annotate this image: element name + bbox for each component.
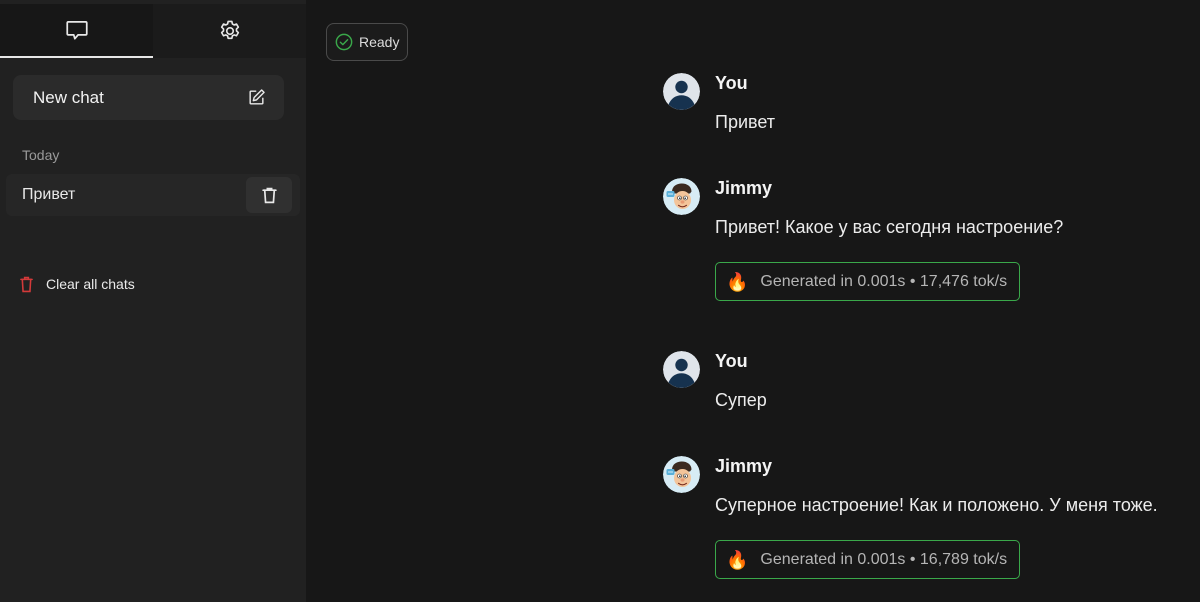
generation-stats-badge: 🔥 Generated in 0.001s • 16,789 tok/s: [715, 540, 1021, 579]
message-author: You: [715, 73, 748, 93]
gear-icon: [220, 20, 239, 40]
generation-stats-label: Generated in 0.001s • 16,789 tok/s: [760, 550, 1008, 568]
message-text: Суперное настроение! Как и положено. У м…: [715, 495, 1158, 515]
compose-icon: [249, 89, 265, 105]
user-avatar-icon: [663, 351, 700, 388]
chat-history-title: Привет: [22, 186, 76, 203]
tab-settings[interactable]: [153, 4, 306, 58]
delete-chat-button[interactable]: [246, 177, 292, 213]
app-root: New chat Today Привет Clear all chats Re…: [0, 0, 1200, 602]
assistant-avatar: [663, 178, 700, 215]
fire-icon: 🔥: [726, 271, 749, 292]
chat-history-item[interactable]: Привет: [6, 174, 300, 216]
message-author: You: [715, 351, 748, 371]
message-author: Jimmy: [715, 456, 773, 476]
message-text: Привет! Какое у вас сегодня настроение?: [715, 217, 1064, 237]
chat-bubble-icon: [65, 21, 88, 40]
sidebar: New chat Today Привет Clear all chats: [0, 0, 306, 602]
user-avatar: [663, 73, 700, 110]
message-text: Супер: [715, 390, 767, 410]
new-chat-button[interactable]: New chat: [13, 75, 284, 120]
history-section-label: Today: [22, 147, 60, 163]
trash-icon: [20, 276, 33, 292]
clear-all-chats-label: Clear all chats: [46, 276, 135, 292]
user-avatar-icon: [663, 73, 700, 110]
user-avatar: [663, 351, 700, 388]
trash-icon: [261, 187, 277, 203]
clear-all-chats-button[interactable]: Clear all chats: [20, 273, 135, 295]
new-chat-label: New chat: [33, 87, 104, 107]
assistant-avatar: [663, 456, 700, 493]
assistant-avatar-icon: [663, 456, 700, 493]
message-author: Jimmy: [715, 178, 773, 198]
status-label: Ready: [359, 34, 400, 50]
tab-chats[interactable]: [0, 4, 153, 58]
generation-stats-badge: 🔥 Generated in 0.001s • 17,476 tok/s: [715, 262, 1021, 301]
check-circle-icon: [335, 33, 353, 51]
fire-icon: 🔥: [726, 549, 749, 570]
status-badge: Ready: [326, 23, 408, 61]
sidebar-tabs: [0, 4, 306, 58]
message-text: Привет: [715, 112, 776, 132]
generation-stats-label: Generated in 0.001s • 17,476 tok/s: [760, 272, 1008, 290]
assistant-avatar-icon: [663, 178, 700, 215]
